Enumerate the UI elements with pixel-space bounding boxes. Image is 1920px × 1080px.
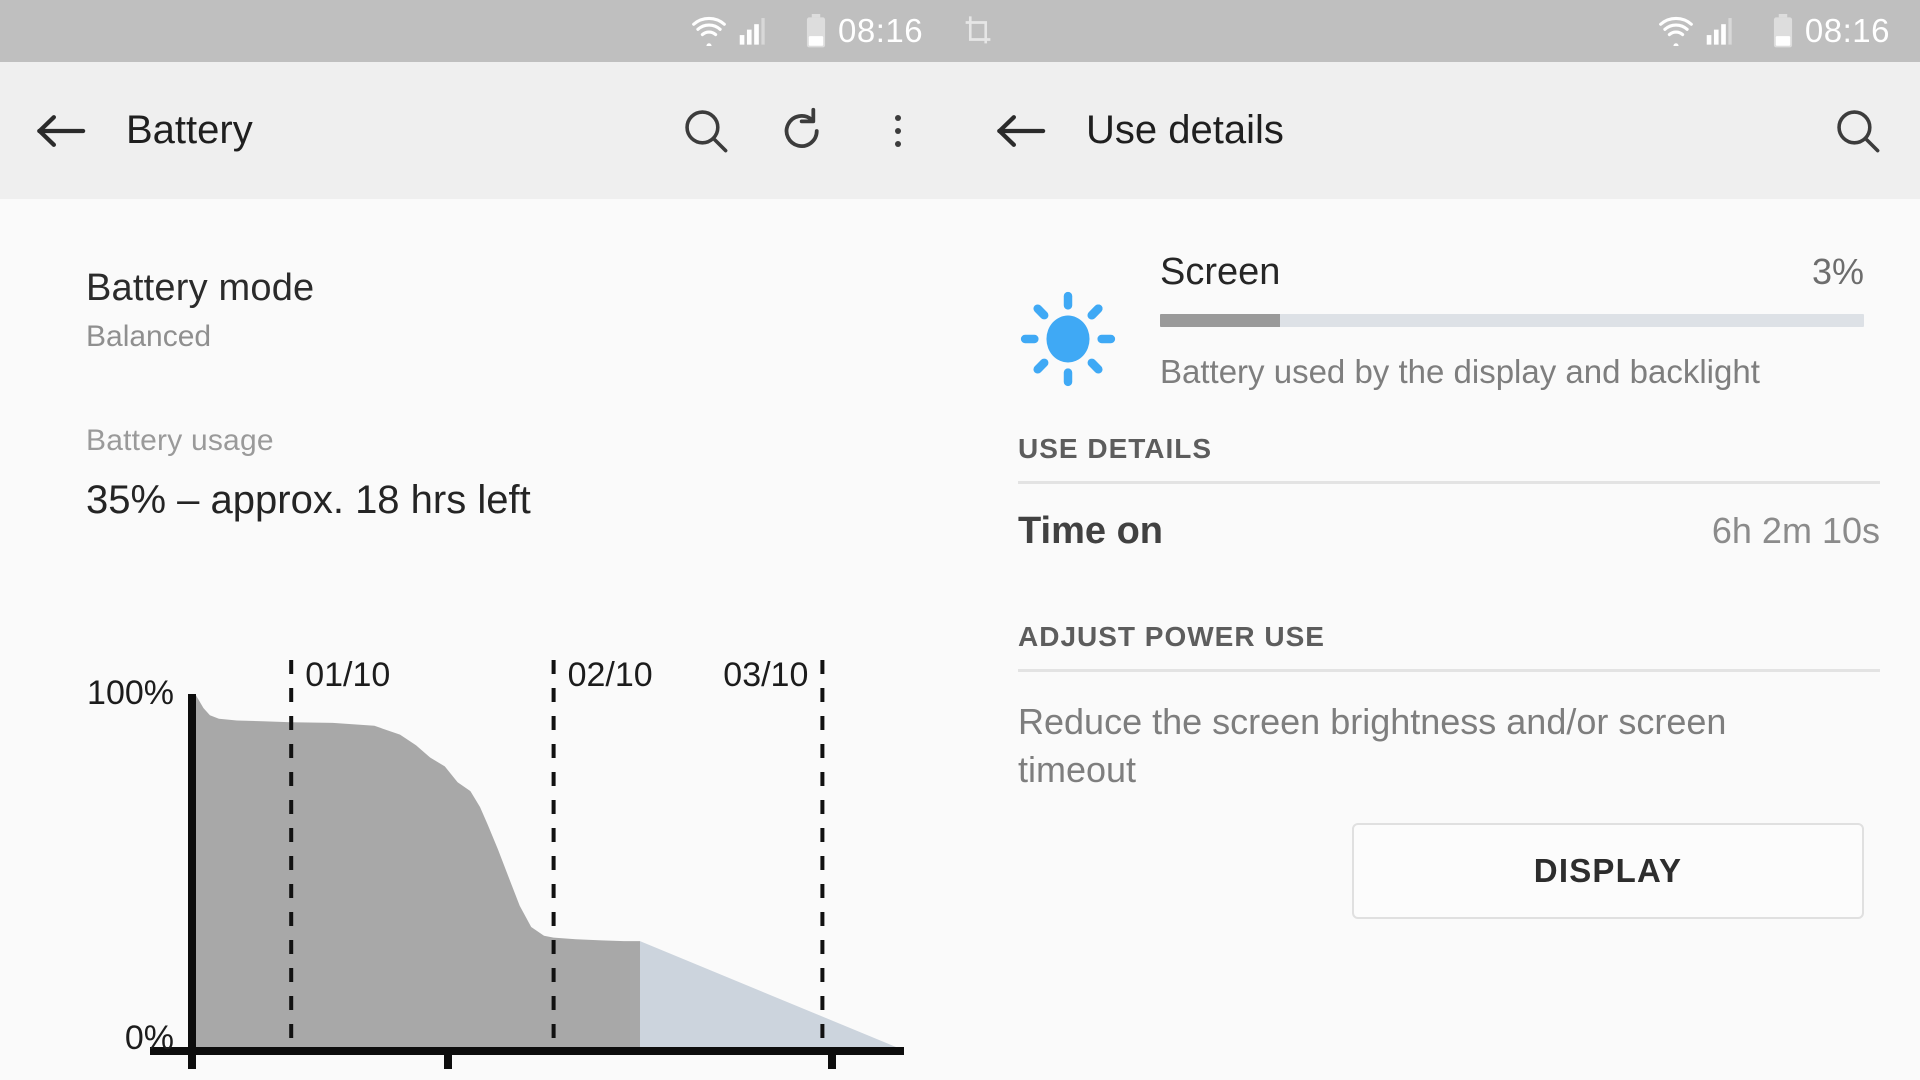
refresh-icon[interactable] <box>774 103 830 159</box>
battery-mode-title: Battery mode <box>86 267 315 309</box>
detail-label: Time on <box>1018 510 1163 552</box>
battery-chart-svg: 01/10 02/10 03/10 100% 0% 16:00 20:00 02:00 <box>87 656 904 1080</box>
divider-adjust-power-use <box>1018 669 1880 672</box>
chart-day-label: 02/10 <box>568 656 653 694</box>
chart-x-tick-label: 02:00 <box>787 1076 877 1080</box>
use-details-content: Screen 3% Battery used by the display an… <box>960 199 1920 920</box>
chart-y-tick-label: 0% <box>125 1019 174 1057</box>
screen-usage-main: Screen 3% Battery used by the display an… <box>1160 251 1864 391</box>
chart-day-label: 01/10 <box>305 656 390 694</box>
screen-usage-row: Screen 3% Battery used by the display an… <box>960 199 1920 391</box>
chart-x-tick-label: 20:00 <box>403 1076 493 1080</box>
back-arrow-icon[interactable] <box>34 103 90 159</box>
search-icon[interactable] <box>1830 103 1886 159</box>
chart-y-tick-label: 100% <box>87 674 174 712</box>
table-row: Time on 6h 2m 10s <box>960 484 1920 579</box>
use-details-title: Use details <box>1086 108 1284 152</box>
cellular-signal-icon <box>738 16 766 46</box>
status-time-right: 08:16 <box>1804 12 1890 49</box>
wifi-icon <box>690 16 728 46</box>
adjust-power-use-button-row: DISPLAY <box>960 793 1920 920</box>
screen-usage-head: Screen 3% <box>1160 251 1864 294</box>
more-options-icon[interactable] <box>870 103 926 159</box>
battery-appbar-actions <box>678 103 926 159</box>
status-time-left: 08:16 <box>838 12 924 49</box>
screen-usage-name: Screen <box>1160 251 1281 293</box>
detail-value: 6h 2m 10s <box>1711 510 1880 551</box>
battery-content: Battery mode Balanced Battery usage 35% … <box>0 267 960 523</box>
battery-usage-chart: 01/10 02/10 03/10 100% 0% 16:00 20:00 02:00 <box>0 62 960 1080</box>
chart-day-label: 03/10 <box>723 656 808 694</box>
wifi-icon <box>1657 16 1695 46</box>
battery-panel: Battery Battery mode Balanced Battery us… <box>0 62 960 1080</box>
chart-x-tick-label: 16:00 <box>147 1076 237 1080</box>
kebab-dots <box>895 114 901 147</box>
battery-icon <box>804 14 828 48</box>
adjust-power-use-description: Reduce the screen brightness and/or scre… <box>1018 701 1727 790</box>
chart-area-history <box>195 694 640 1047</box>
app-screen: 08:16 08:16 Battery Battery mode Balance… <box>0 0 1920 1080</box>
use-details-appbar: Use details <box>960 62 1920 199</box>
chart-area-forecast <box>640 941 896 1047</box>
screen-usage-progress-fill <box>1160 314 1280 327</box>
back-arrow-icon[interactable] <box>994 103 1050 159</box>
battery-appbar: Battery <box>0 62 960 199</box>
display-button[interactable]: DISPLAY <box>1352 823 1864 920</box>
battery-icon <box>1771 14 1795 48</box>
use-details-panel: Use details Screen 3% Battery used by th… <box>960 62 1920 1080</box>
screen-usage-percent: 3% <box>1811 251 1864 292</box>
adjust-power-use-section-header: ADJUST POWER USE <box>1018 621 1325 652</box>
battery-usage-summary: 35% – approx. 18 hrs left <box>86 478 531 522</box>
battery-usage-label: Battery usage <box>86 424 274 457</box>
battery-mode-value[interactable]: Balanced <box>86 320 960 354</box>
cellular-signal-icon <box>1705 16 1733 46</box>
status-bar: 08:16 08:16 <box>0 0 1920 62</box>
use-details-appbar-actions <box>1830 103 1886 159</box>
screen-usage-progress <box>1160 314 1864 327</box>
page-title: Battery <box>126 108 253 152</box>
use-details-section-header: USE DETAILS <box>1018 433 1213 464</box>
status-bar-right-window-group: 08:16 <box>1657 12 1890 50</box>
screen-usage-description: Battery used by the display and backligh… <box>1160 353 1760 390</box>
screenshot-crop-icon <box>961 14 995 48</box>
search-icon[interactable] <box>678 103 734 159</box>
status-bar-left-window-group: 08:16 <box>690 12 995 50</box>
brightness-sun-icon <box>1018 289 1118 389</box>
